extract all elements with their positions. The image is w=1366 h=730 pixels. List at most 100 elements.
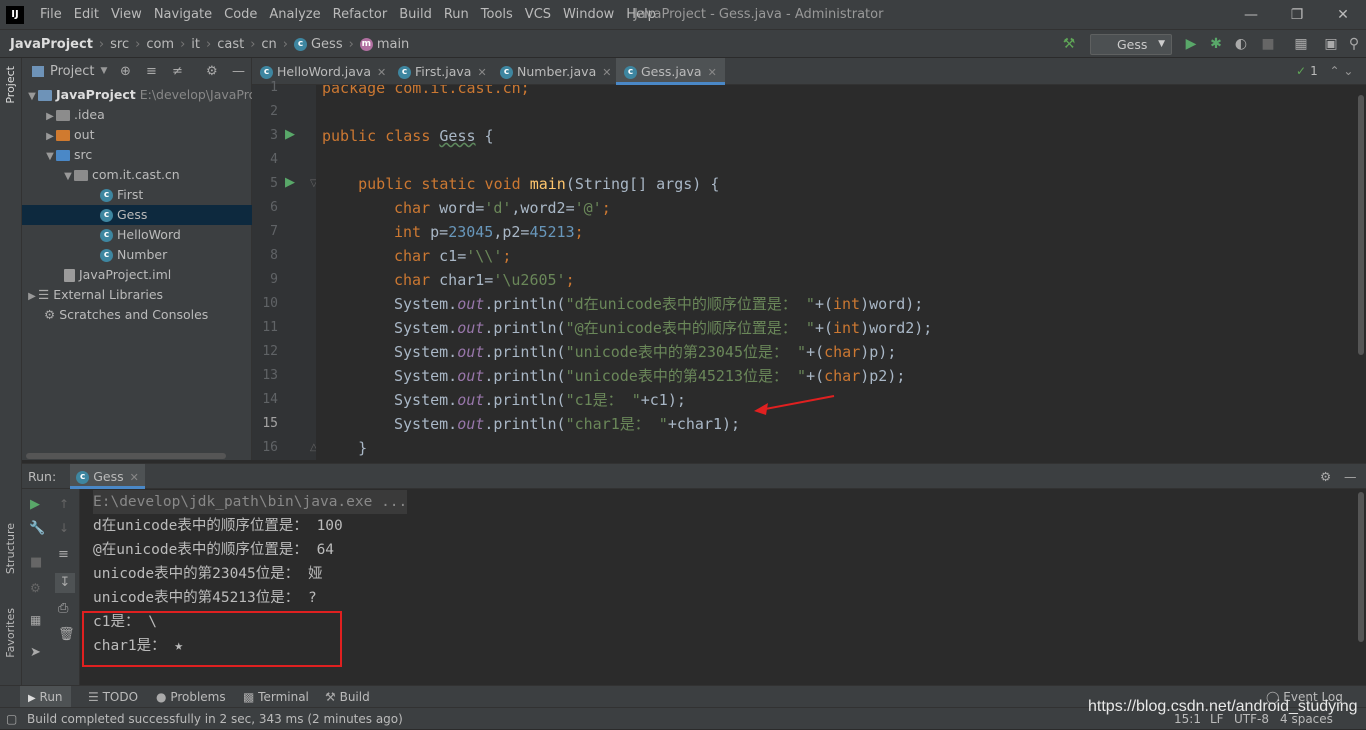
down-arrow-icon[interactable]: ↓ — [59, 521, 69, 535]
scroll-to-end-icon[interactable]: ↧ — [55, 573, 75, 593]
tab-first[interactable]: c First.java ✕ — [390, 58, 495, 85]
crumb-gess[interactable]: Gess — [311, 37, 343, 52]
menu-window[interactable]: Window — [557, 0, 620, 30]
crumb-main[interactable]: main — [377, 37, 409, 52]
tree-item-number[interactable]: c Number — [100, 245, 167, 265]
code-editor[interactable]: package com.it.cast.cn; public class Ges… — [316, 85, 1356, 460]
tool-tab-project[interactable]: Project — [4, 66, 17, 104]
close-icon[interactable]: ✕ — [1320, 0, 1366, 30]
expand-all-icon[interactable]: ≡ — [146, 64, 157, 79]
code-line-11: System.out.println("@在unicode表中的顺序位置是： "… — [394, 319, 933, 337]
pin-icon[interactable]: ➤ — [30, 645, 41, 660]
search-icon[interactable]: ⚲ — [1345, 35, 1363, 53]
line-number: 11 — [262, 320, 278, 335]
tree-item-src[interactable]: ▼ src — [44, 145, 92, 165]
crumb-src[interactable]: src — [110, 37, 129, 52]
code-line-13: System.out.println("unicode表中的第45213位是： … — [394, 367, 906, 385]
menu-run[interactable]: Run — [438, 0, 475, 30]
tree-item-package[interactable]: ▼ com.it.cast.cn — [62, 165, 180, 185]
tab-gess[interactable]: c Gess.java ✕ — [616, 58, 725, 85]
project-panel-header: Project ▼ ⊕ ≡ ≠ ⚙ — — [22, 58, 252, 84]
minimize-icon[interactable]: — — [1228, 0, 1274, 30]
code-line-14: System.out.println("c1是： "+c1); — [394, 391, 686, 409]
bottom-tab-terminal[interactable]: ▩ Terminal — [243, 686, 309, 708]
intellij-logo-icon: IJ — [6, 6, 24, 24]
close-tab-icon: ✕ — [376, 66, 387, 79]
coverage-icon[interactable]: ◐ — [1232, 35, 1250, 53]
menu-build[interactable]: Build — [393, 0, 438, 30]
crumb-project[interactable]: JavaProject — [10, 37, 93, 52]
menu-navigate[interactable]: Navigate — [148, 0, 218, 30]
code-line-16: } — [322, 439, 368, 457]
bottom-tab-todo[interactable]: ☰ TODO — [88, 686, 138, 708]
menu-code[interactable]: Code — [218, 0, 263, 30]
menu-file[interactable]: File — [34, 0, 68, 30]
run-config-select[interactable]: Gess ▼ — [1090, 34, 1172, 55]
gear-icon[interactable]: ⚙ — [206, 64, 218, 79]
bottom-tab-problems[interactable]: ● Problems — [156, 686, 226, 708]
tree-item-first[interactable]: c First — [100, 185, 143, 205]
tool-tab-favorites[interactable]: Favorites — [4, 608, 17, 658]
print-icon[interactable]: ⎙ — [58, 601, 68, 616]
tree-item-iml[interactable]: JavaProject.iml — [64, 265, 171, 285]
tree-item-out[interactable]: ▶ out — [44, 125, 94, 145]
crumb-it[interactable]: it — [191, 37, 200, 52]
tree-item-gess[interactable]: c Gess — [22, 205, 252, 225]
inspection-widget[interactable]: ✓ 1 ⌃ ⌄ — [1288, 58, 1361, 85]
menu-vcs[interactable]: VCS — [519, 0, 557, 30]
layout-icon[interactable]: ▦ — [30, 613, 41, 627]
main-menu: File Edit View Navigate Code Analyze Ref… — [34, 0, 662, 30]
crumb-cn[interactable]: cn — [261, 37, 276, 52]
line-number: 3 — [270, 128, 278, 143]
chevron-down-icon[interactable]: ▼ — [100, 66, 107, 76]
soft-wrap-icon[interactable]: ≡ — [58, 547, 69, 562]
tree-item-idea[interactable]: ▶ .idea — [44, 105, 105, 125]
red-arrow-annotation — [754, 395, 835, 415]
tree-item-external-libraries[interactable]: ▶ ☰ External Libraries — [26, 285, 163, 305]
project-view-icon — [32, 65, 44, 77]
bottom-tab-build[interactable]: ⚒ Build — [325, 686, 370, 708]
horizontal-scrollbar[interactable] — [26, 453, 226, 459]
debug-icon[interactable]: ✱ — [1207, 35, 1225, 53]
code-line-5: public static void main(String[] args) { — [322, 175, 720, 193]
tab-number[interactable]: c Number.java ✕ — [492, 58, 619, 85]
up-arrow-icon[interactable]: ↑ — [59, 497, 69, 511]
rerun-icon[interactable]: ▶ — [30, 497, 40, 512]
menu-refactor[interactable]: Refactor — [327, 0, 394, 30]
editor-scroll-thumb[interactable] — [1358, 95, 1364, 355]
run-tab-gess[interactable]: c Gess ✕ — [70, 463, 145, 489]
line-number: 16 — [262, 440, 278, 455]
wrench-icon[interactable]: 🔧 — [29, 521, 45, 536]
trash-icon[interactable]: 🗑 — [58, 627, 75, 642]
hide-panel-icon[interactable]: — — [232, 64, 245, 79]
build-hammer-icon[interactable]: ⚒ — [1060, 35, 1078, 53]
restore-icon[interactable]: ❐ — [1274, 0, 1320, 30]
hide-panel-icon[interactable]: — — [1344, 469, 1357, 484]
collapse-all-icon[interactable]: ≠ — [172, 64, 183, 79]
console-scroll-thumb[interactable] — [1358, 492, 1364, 642]
dump-threads-icon[interactable]: ⚙ — [30, 581, 41, 595]
run-gutter-icon[interactable]: ▶ — [285, 175, 295, 190]
tree-item-helloword[interactable]: c HelloWord — [100, 225, 181, 245]
project-panel-title[interactable]: Project — [50, 64, 94, 79]
menu-tools[interactable]: Tools — [475, 0, 519, 30]
tool-tab-structure[interactable]: Structure — [4, 523, 17, 574]
menu-edit[interactable]: Edit — [68, 0, 105, 30]
crumb-com[interactable]: com — [146, 37, 174, 52]
locate-icon[interactable]: ⊕ — [120, 64, 131, 79]
stop-icon[interactable]: ■ — [1259, 35, 1277, 53]
stop-icon[interactable]: ■ — [30, 555, 42, 570]
run-icon[interactable]: ▶ — [1182, 35, 1200, 53]
menu-view[interactable]: View — [105, 0, 148, 30]
layout-icon[interactable]: ▣ — [1322, 35, 1340, 53]
watermark: https://blog.csdn.net/android_studying — [1088, 698, 1358, 715]
menu-analyze[interactable]: Analyze — [263, 0, 326, 30]
status-layout-icon[interactable]: ▢ — [6, 708, 17, 730]
project-structure-icon[interactable]: ▦ — [1292, 35, 1310, 53]
gear-icon[interactable]: ⚙ — [1320, 469, 1331, 484]
run-gutter-icon[interactable]: ▶ — [285, 127, 295, 142]
tree-item-scratches[interactable]: ⚙ Scratches and Consoles — [44, 305, 208, 325]
crumb-cast[interactable]: cast — [217, 37, 244, 52]
tree-item-root[interactable]: ▼ JavaProject E:\develop\JavaPro — [26, 85, 256, 105]
code-line-9: char char1='\u2605'; — [394, 271, 575, 289]
